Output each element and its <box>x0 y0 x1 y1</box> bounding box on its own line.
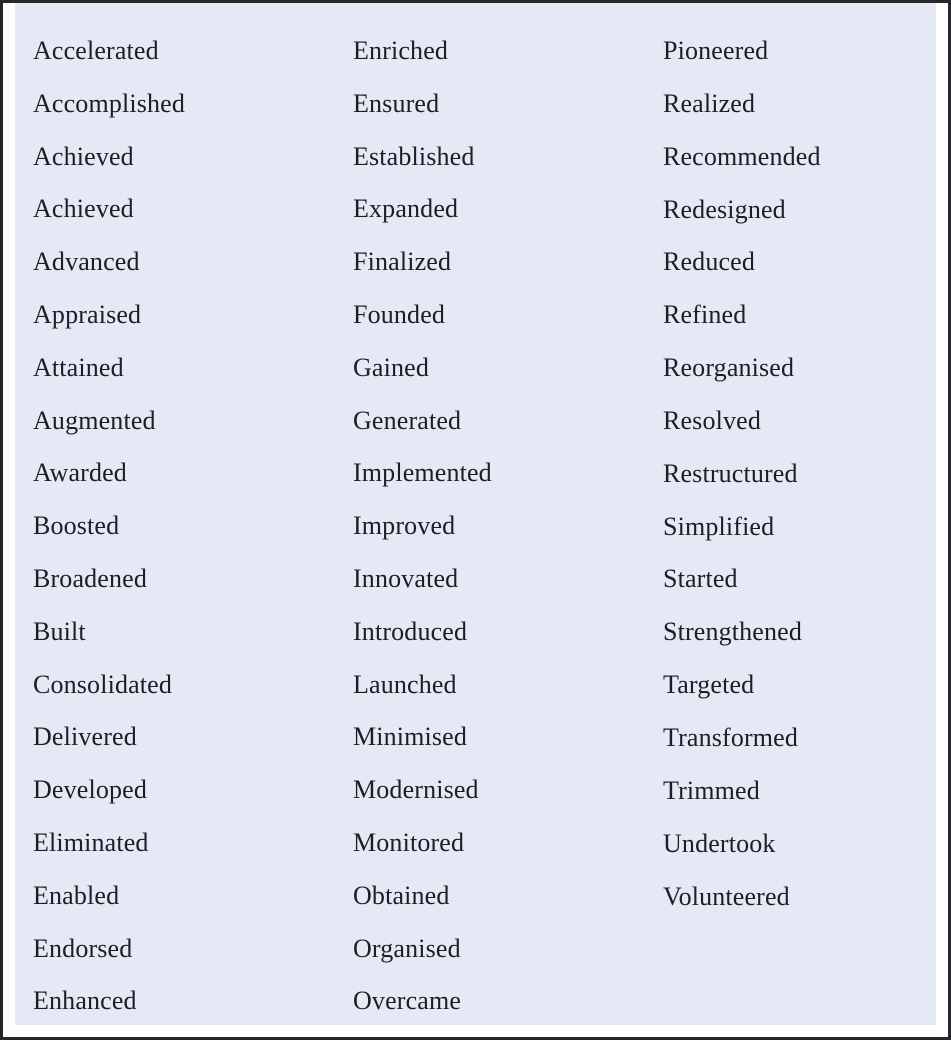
verb-item: Eliminated <box>33 827 149 857</box>
verb-item: Enhanced <box>33 986 137 1016</box>
verb-item: Developed <box>33 775 147 805</box>
verb-item: Restructured <box>663 458 798 488</box>
verb-item: Overcame <box>353 986 462 1016</box>
verb-item: Simplified <box>663 511 775 541</box>
verb-item: Established <box>353 141 475 171</box>
verb-item: Reorganised <box>663 353 795 383</box>
verb-item: Started <box>663 564 738 594</box>
verb-item: Refined <box>663 300 747 330</box>
verb-item: Advanced <box>33 247 140 277</box>
verb-item: Consolidated <box>33 669 173 699</box>
verb-item: Awarded <box>33 458 127 488</box>
verb-item: Trimmed <box>663 775 760 805</box>
verb-item: Improved <box>353 511 456 541</box>
verb-item: Strengthened <box>663 617 802 647</box>
verb-column-1: Accelerated Accomplished Achieved Achiev… <box>15 25 341 1028</box>
verb-item: Expanded <box>353 194 459 224</box>
verb-item: Enriched <box>353 36 449 65</box>
verb-item: Reduced <box>663 247 756 277</box>
verb-item: Augmented <box>33 405 156 435</box>
verb-item: Implemented <box>353 458 492 488</box>
verb-item: Pioneered <box>663 36 769 65</box>
verb-item: Accomplished <box>33 88 185 118</box>
verb-item: Achieved <box>33 194 134 224</box>
verb-item: Monitored <box>353 827 465 857</box>
verb-item: Boosted <box>33 511 120 541</box>
verb-item: Transformed <box>663 722 799 752</box>
verb-item: Endorsed <box>33 933 133 963</box>
verb-item: Accelerated <box>33 36 159 65</box>
verb-item: Attained <box>33 352 124 382</box>
verb-item: Finalized <box>353 247 452 277</box>
document-frame: Accelerated Accomplished Achieved Achiev… <box>0 0 951 1040</box>
verb-item: Innovated <box>353 563 459 593</box>
verb-item: Targeted <box>663 670 755 700</box>
verb-item: Delivered <box>33 722 137 752</box>
verb-item: Undertook <box>663 828 776 858</box>
verb-item: Broadened <box>33 563 147 593</box>
verb-item: Volunteered <box>663 881 790 911</box>
verb-item: Recommended <box>663 141 821 171</box>
verb-item: Gained <box>353 352 429 382</box>
verb-item: Introduced <box>353 616 468 646</box>
verb-item: Redesigned <box>663 194 786 224</box>
verb-item: Minimised <box>353 722 468 752</box>
verb-column-3: Pioneered Realized Recommended Redesigne… <box>652 25 932 923</box>
verb-item: Enabled <box>33 880 120 910</box>
verb-item: Ensured <box>353 88 440 118</box>
verb-item: Realized <box>663 88 756 118</box>
verb-item: Generated <box>353 405 462 435</box>
verb-item: Launched <box>353 669 457 699</box>
verb-item: Obtained <box>353 880 450 910</box>
verb-item: Modernised <box>353 775 479 805</box>
verb-item: Organised <box>353 933 461 963</box>
verb-item: Appraised <box>33 299 142 329</box>
verb-item: Built <box>33 616 86 646</box>
verb-item: Achieved <box>33 141 134 171</box>
verb-item: Resolved <box>663 405 761 435</box>
verb-list-panel: Accelerated Accomplished Achieved Achiev… <box>15 3 936 1025</box>
verb-column-2: Enriched Ensured Established Expanded Fi… <box>341 25 652 1028</box>
verb-item: Founded <box>353 299 446 329</box>
